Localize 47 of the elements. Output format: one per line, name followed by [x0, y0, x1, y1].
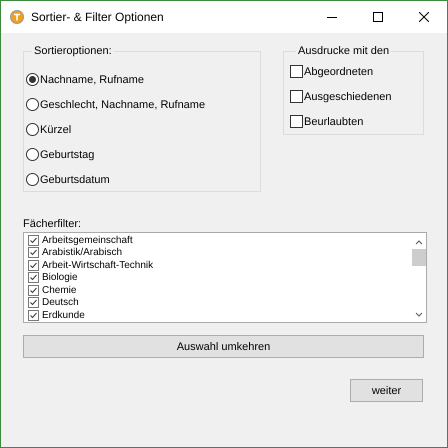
list-item[interactable]: Arbeitsgemeinschaft [42, 234, 133, 246]
list-item[interactable]: Biologie [42, 272, 78, 284]
window-title: Sortier- & Filter Optionen [31, 10, 165, 24]
radio-button[interactable] [26, 98, 39, 111]
radio-option[interactable]: Geburtsdatum [26, 167, 260, 192]
next-button[interactable]: weiter [350, 379, 423, 402]
list-item[interactable]: Chemie [42, 284, 76, 296]
app-icon [10, 10, 24, 24]
list-item[interactable]: Arbeit-Wirtschaft-Technik [42, 260, 154, 271]
checkbox[interactable] [28, 297, 39, 308]
radio-option[interactable]: Geschlecht, Nachname, Rufname [26, 92, 260, 117]
radio-button[interactable] [26, 73, 39, 86]
invert-selection-button[interactable]: Auswahl umkehren [23, 335, 424, 358]
close-icon[interactable] [419, 12, 429, 22]
radio-option[interactable]: Nachname, Rufname [26, 67, 260, 92]
maximize-icon[interactable] [373, 12, 383, 22]
checkbox[interactable] [28, 247, 39, 258]
radio-button[interactable] [26, 123, 39, 136]
checkbox[interactable] [28, 260, 39, 271]
group-label: Sortieroptionen: [33, 45, 113, 57]
list-item[interactable]: Arabistik/Arabisch [42, 247, 122, 258]
list-item[interactable]: Deutsch [42, 297, 79, 308]
checkbox[interactable] [290, 115, 303, 128]
checkbox[interactable] [28, 284, 39, 296]
checkbox[interactable] [290, 65, 303, 78]
radio-option[interactable]: Geburtstag [26, 142, 260, 167]
option-label: Nachname, Rufname [40, 74, 144, 86]
option-label: Geschlecht, Nachname, Rufname [40, 98, 206, 110]
scroll-up-icon[interactable] [414, 239, 422, 245]
checkbox[interactable] [28, 272, 39, 284]
checkbox-label: Ausgeschiedenen [304, 90, 392, 102]
option-label: Geburtstag [40, 148, 94, 160]
checkbox-label: Beurlaubten [304, 116, 364, 128]
option-label: Geburtsdatum [40, 174, 110, 186]
option-label: Kürzel [40, 124, 72, 136]
radio-button[interactable] [26, 173, 39, 186]
checkbox[interactable] [28, 234, 39, 246]
radio-option[interactable]: Kürzel [26, 117, 260, 142]
checkbox-label: Abgeordneten [304, 66, 374, 78]
filter-label: Fächerfilter: [23, 218, 82, 232]
scroll-down-icon[interactable] [414, 312, 422, 318]
list-item[interactable]: Erdkunde [42, 310, 85, 321]
checkbox[interactable] [290, 90, 303, 103]
checkbox[interactable] [28, 310, 39, 321]
group-label: Ausdrucke mit den [297, 45, 390, 57]
scroll-thumb[interactable] [412, 249, 426, 266]
radio-button[interactable] [26, 148, 39, 161]
